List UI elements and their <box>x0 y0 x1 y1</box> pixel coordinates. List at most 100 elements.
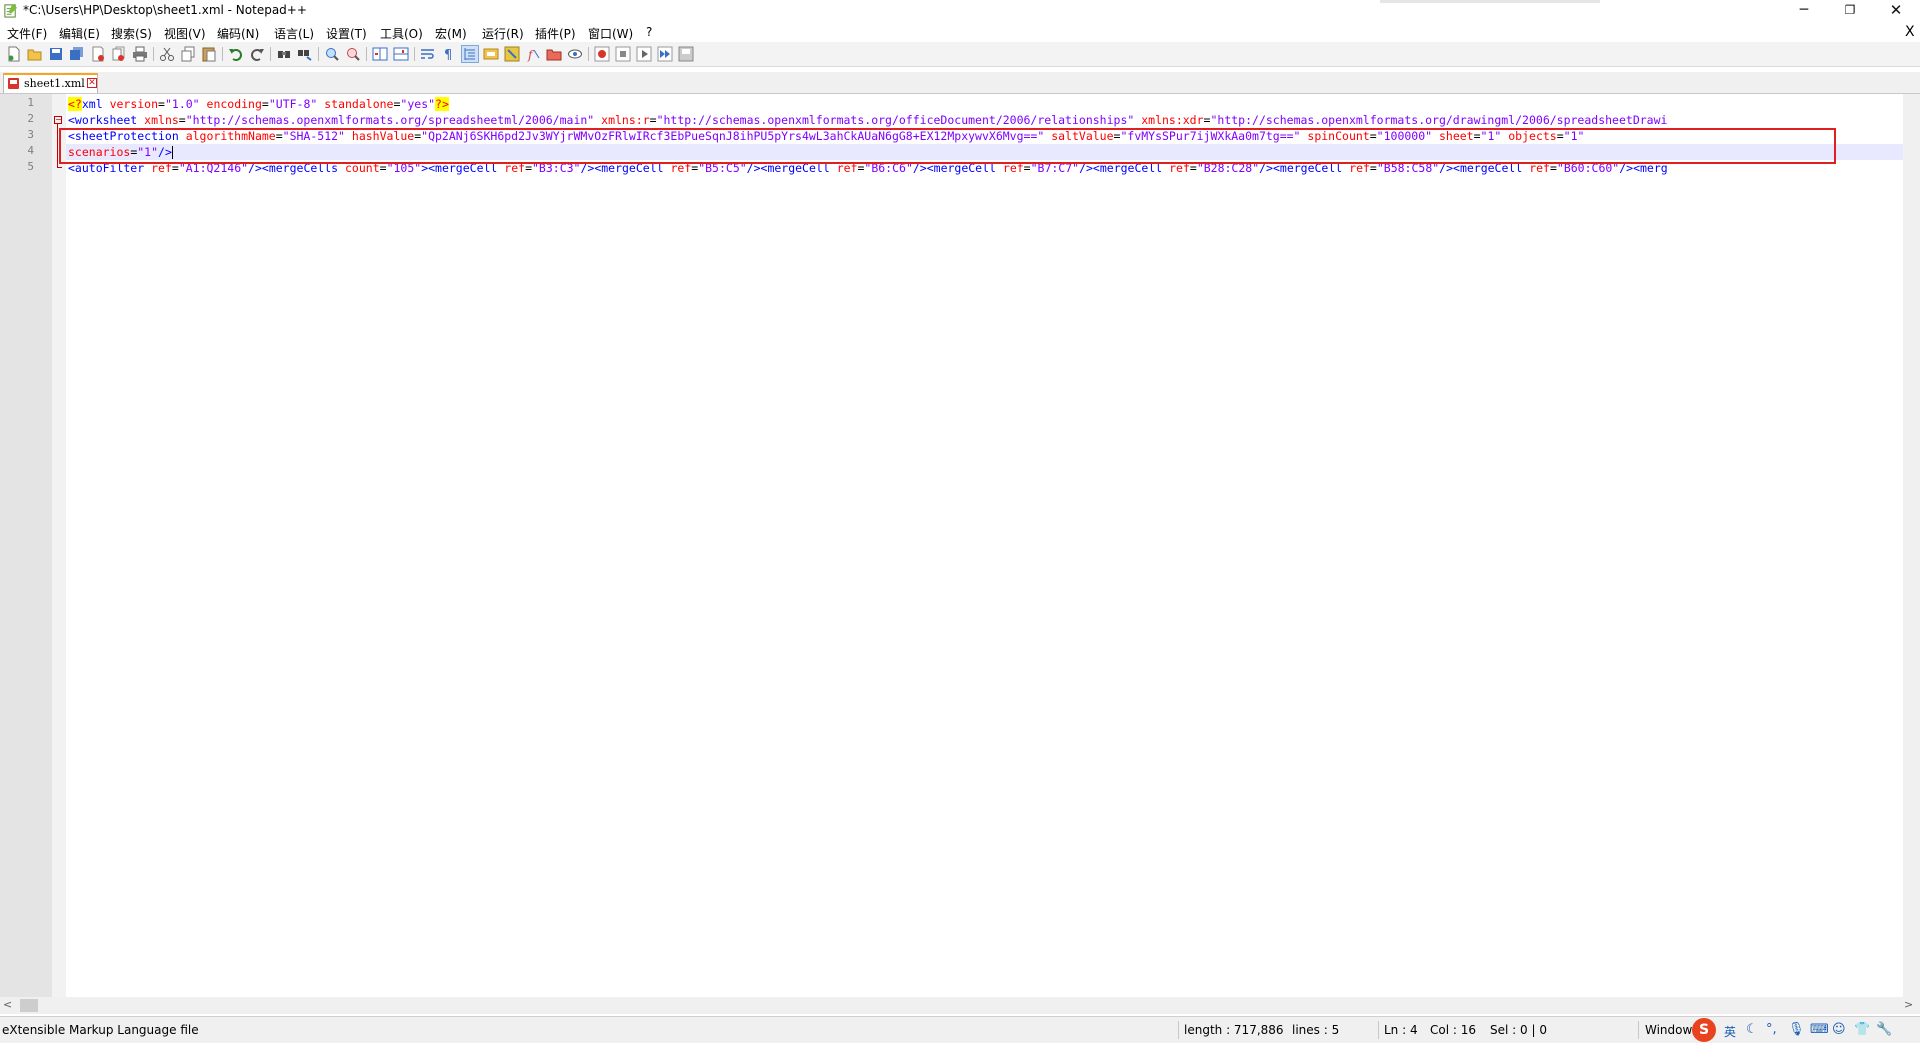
toolbar-separator <box>366 47 367 61</box>
menu-help[interactable]: ? <box>646 25 652 39</box>
sogou-ime-logo-icon[interactable]: S <box>1692 1018 1716 1042</box>
toolbar-separator <box>153 47 154 61</box>
keyboard-icon[interactable]: ⌨ <box>1810 1022 1829 1037</box>
line-number: 2 <box>27 112 34 125</box>
title-bar: *C:\Users\HP\Desktop\sheet1.xml - Notepa… <box>0 0 1920 22</box>
minimize-button[interactable]: ─ <box>1781 0 1827 22</box>
status-column: Col : 16 <box>1430 1023 1476 1037</box>
sync-horizontal-icon[interactable] <box>393 46 409 62</box>
line-number: 1 <box>27 96 34 109</box>
status-separator <box>1378 1021 1379 1039</box>
menu-settings[interactable]: 设置(T) <box>326 25 367 42</box>
find-icon[interactable] <box>276 46 292 62</box>
svg-text:f: f <box>527 48 535 62</box>
status-file-type: eXtensible Markup Language file <box>2 1023 199 1037</box>
scroll-thumb[interactable] <box>20 999 38 1012</box>
skin-shirt-icon[interactable]: 👕 <box>1854 1022 1870 1037</box>
menu-file[interactable]: 文件(F) <box>7 25 47 42</box>
save-macro-icon[interactable] <box>678 46 694 62</box>
overlay-shadow <box>1380 0 1600 3</box>
menu-plugins[interactable]: 插件(P) <box>535 25 576 42</box>
scroll-left-arrow-icon[interactable]: < <box>3 998 12 1011</box>
moon-icon[interactable]: ☾ <box>1746 1022 1758 1037</box>
zoom-out-icon[interactable] <box>345 46 361 62</box>
new-file-icon[interactable] <box>6 46 22 62</box>
fold-end <box>57 167 62 168</box>
word-wrap-icon[interactable] <box>420 46 436 62</box>
sync-vertical-icon[interactable] <box>372 46 388 62</box>
svg-text:¶: ¶ <box>444 48 452 62</box>
tab-close-icon[interactable]: ✕ <box>87 78 97 88</box>
run-macro-multiple-icon[interactable] <box>657 46 673 62</box>
close-all-icon[interactable] <box>111 46 127 62</box>
toolbar-separator <box>588 47 589 61</box>
editor[interactable]: 1 2 3 4 5 − <?xml version="1.0" encoding… <box>0 94 1920 997</box>
save-icon[interactable] <box>48 46 64 62</box>
menu-tools[interactable]: 工具(O) <box>380 25 423 42</box>
document-map-icon[interactable] <box>504 46 520 62</box>
replace-icon[interactable] <box>297 46 313 62</box>
unsaved-file-icon <box>8 78 19 89</box>
play-macro-icon[interactable] <box>636 46 652 62</box>
status-separator <box>1638 1021 1639 1039</box>
window-title: *C:\Users\HP\Desktop\sheet1.xml - Notepa… <box>23 3 307 17</box>
zoom-in-icon[interactable] <box>324 46 340 62</box>
print-icon[interactable] <box>132 46 148 62</box>
menu-run[interactable]: 运行(R) <box>482 25 524 42</box>
microphone-icon[interactable]: 🎙 <box>1788 1022 1805 1037</box>
menu-view[interactable]: 视图(V) <box>164 25 206 42</box>
copy-icon[interactable] <box>180 46 196 62</box>
status-eol[interactable]: Windows <box>1645 1023 1699 1037</box>
menu-edit[interactable]: 编辑(E) <box>59 25 100 42</box>
close-window-button[interactable]: ✕ <box>1873 0 1919 22</box>
menu-search[interactable]: 搜索(S) <box>111 25 152 42</box>
code-area[interactable]: <?xml version="1.0" encoding="UTF-8" sta… <box>66 94 1920 997</box>
undo-icon[interactable] <box>228 46 244 62</box>
toolbar-separator <box>270 47 271 61</box>
code-line-2: <worksheet xmlns="http://schemas.openxml… <box>68 113 1668 127</box>
menu-language[interactable]: 语言(L) <box>274 25 314 42</box>
vertical-scrollbar[interactable] <box>1903 94 1920 997</box>
punctuation-icon[interactable]: °, <box>1766 1022 1777 1037</box>
save-all-icon[interactable] <box>69 46 85 62</box>
tab-label: sheet1.xml <box>24 77 85 90</box>
status-bar: eXtensible Markup Language file length :… <box>0 1016 1920 1043</box>
cut-icon[interactable] <box>159 46 175 62</box>
folder-workspace-icon[interactable] <box>546 46 562 62</box>
paste-icon[interactable] <box>201 46 217 62</box>
fold-line <box>57 124 58 167</box>
horizontal-scrollbar[interactable]: < > <box>0 997 1920 1014</box>
function-list-icon[interactable]: f <box>525 46 541 62</box>
indent-guide-icon[interactable] <box>461 45 479 63</box>
status-separator <box>1178 1021 1179 1039</box>
open-file-icon[interactable] <box>27 46 43 62</box>
line-number: 5 <box>27 160 34 173</box>
close-document-button[interactable]: X <box>1905 24 1915 40</box>
toolbar-separator <box>414 47 415 61</box>
user-icon[interactable]: ☺ <box>1832 1022 1846 1037</box>
restore-button[interactable]: ❐ <box>1827 0 1873 22</box>
code-line-1: <?xml version="1.0" encoding="UTF-8" sta… <box>68 97 449 111</box>
user-language-icon[interactable] <box>483 46 499 62</box>
redo-icon[interactable] <box>249 46 265 62</box>
wrench-icon[interactable]: 🔧 <box>1876 1022 1892 1037</box>
scroll-right-arrow-icon[interactable]: > <box>1904 998 1913 1011</box>
toolbar-separator <box>318 47 319 61</box>
menu-bar: 文件(F) 编辑(E) 搜索(S) 视图(V) 编码(N) 语言(L) 设置(T… <box>0 22 1920 42</box>
fold-margin <box>52 94 66 997</box>
stop-macro-icon[interactable] <box>615 46 631 62</box>
tab-bar: sheet1.xml ✕ <box>0 72 1920 94</box>
ime-language-indicator[interactable]: 英 <box>1724 1023 1736 1040</box>
close-file-icon[interactable] <box>90 46 106 62</box>
annotation-highlight-box <box>59 128 1836 164</box>
fold-toggle-icon[interactable]: − <box>54 116 62 124</box>
monitoring-icon[interactable] <box>567 46 583 62</box>
line-number: 4 <box>27 144 34 157</box>
show-all-characters-icon[interactable]: ¶ <box>441 46 457 62</box>
menu-window[interactable]: 窗口(W) <box>588 25 633 42</box>
menu-macro[interactable]: 宏(M) <box>435 25 467 42</box>
status-line: Ln : 4 <box>1384 1023 1418 1037</box>
menu-encoding[interactable]: 编码(N) <box>217 25 259 42</box>
tab-sheet1-xml[interactable]: sheet1.xml ✕ <box>3 73 98 93</box>
record-macro-icon[interactable] <box>594 46 610 62</box>
